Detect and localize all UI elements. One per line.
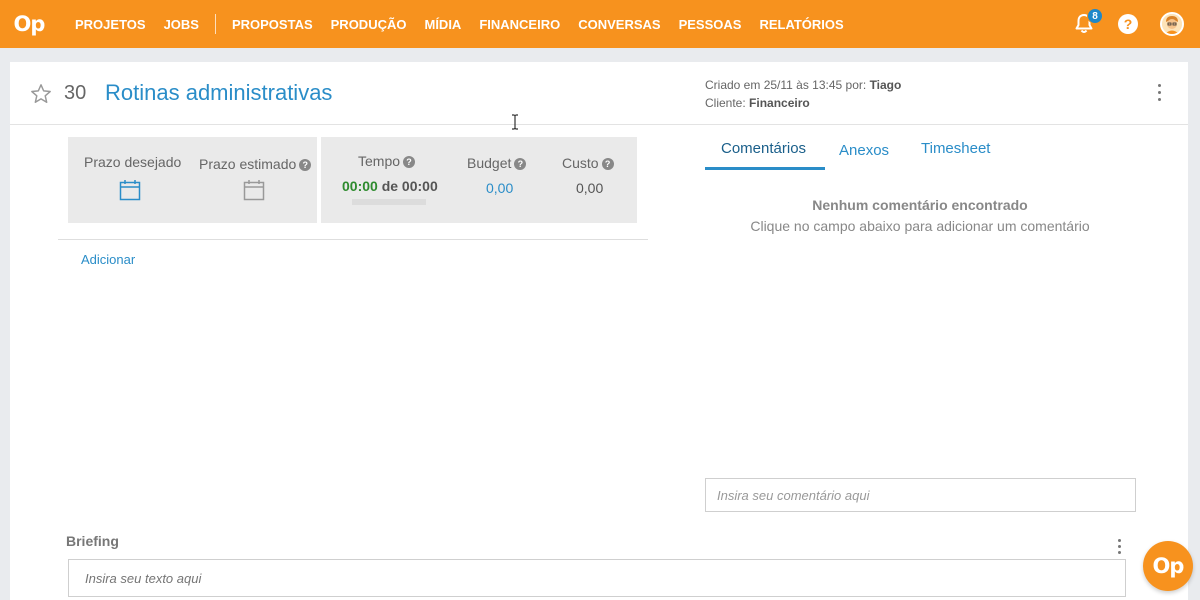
job-header: 30 Rotinas administrativas Criado em 25/… xyxy=(10,62,1188,125)
avatar-icon xyxy=(1162,14,1182,34)
text-cursor-icon xyxy=(512,114,518,130)
calendar-icon xyxy=(243,180,265,201)
briefing-label: Briefing xyxy=(66,533,119,549)
detail-tabs: Comentários Anexos Timesheet xyxy=(705,140,1135,170)
help-circle-icon[interactable]: ? xyxy=(299,159,312,171)
nav-item-conversas[interactable]: CONVERSAS xyxy=(578,17,660,32)
favorite-star-icon[interactable] xyxy=(30,83,52,105)
cost-label-text: Custo xyxy=(562,155,599,171)
time-total: de 00:00 xyxy=(381,178,438,194)
cost-value: 0,00 xyxy=(576,180,604,196)
time-progress-bar xyxy=(352,199,426,205)
budget-label: Budget? xyxy=(467,155,527,171)
nav-item-midia[interactable]: MÍDIA xyxy=(424,17,461,32)
nav-separator xyxy=(214,14,216,34)
time-value: 00:00 de 00:00 xyxy=(342,178,438,194)
desired-deadline-label: Prazo desejado xyxy=(84,154,182,170)
created-by: Tiago xyxy=(869,78,902,92)
job-title[interactable]: Rotinas administrativas xyxy=(105,80,332,106)
active-tab-indicator xyxy=(705,167,825,170)
top-right-actions: 8 ? xyxy=(1072,0,1184,48)
nav-item-pessoas[interactable]: PESSOAS xyxy=(679,17,742,32)
add-link[interactable]: Adicionar xyxy=(81,252,135,267)
nav-item-financeiro[interactable]: FINANCEIRO xyxy=(479,17,560,32)
notification-count-badge: 8 xyxy=(1087,8,1103,24)
job-options-menu[interactable] xyxy=(1158,84,1162,105)
cost-label: Custo? xyxy=(562,155,614,171)
budget-label-text: Budget xyxy=(467,155,512,171)
briefing-input[interactable] xyxy=(68,559,1126,597)
time-label: Tempo? xyxy=(358,153,416,169)
empty-comments-subtitle: Clique no campo abaixo para adicionar um… xyxy=(750,218,1090,234)
top-navigation-bar: Op PROJETOS JOBS PROPOSTAS PRODUÇÃO MÍDI… xyxy=(0,0,1200,48)
tab-comentarios[interactable]: Comentários xyxy=(721,140,806,157)
help-circle-icon[interactable]: ? xyxy=(403,156,416,168)
nav-item-jobs[interactable]: JOBS xyxy=(164,17,199,32)
comment-input[interactable] xyxy=(705,478,1136,512)
budget-panel: Tempo? 00:00 de 00:00 Budget? 0,00 Custo… xyxy=(321,137,637,223)
nav-item-propostas[interactable]: PROPOSTAS xyxy=(232,17,313,32)
app-logo[interactable]: Op xyxy=(0,0,50,48)
nav-item-producao[interactable]: PRODUÇÃO xyxy=(331,17,407,32)
section-divider xyxy=(58,239,648,240)
floating-action-button[interactable]: Op xyxy=(1143,541,1193,591)
help-button[interactable]: ? xyxy=(1118,14,1138,34)
job-card: 30 Rotinas administrativas Criado em 25/… xyxy=(10,62,1188,600)
nav-item-projetos[interactable]: PROJETOS xyxy=(75,17,146,32)
help-circle-icon[interactable]: ? xyxy=(601,158,614,170)
time-spent: 00:00 xyxy=(342,178,378,194)
tab-timesheet[interactable]: Timesheet xyxy=(921,140,990,157)
time-label-text: Tempo xyxy=(358,153,401,169)
main-nav: PROJETOS JOBS PROPOSTAS PRODUÇÃO MÍDIA F… xyxy=(75,0,862,48)
budget-value[interactable]: 0,00 xyxy=(486,180,513,196)
estimated-deadline-text: Prazo estimado xyxy=(199,156,297,172)
calendar-icon[interactable] xyxy=(119,179,141,201)
estimated-deadline-label: Prazo estimado? xyxy=(199,156,312,172)
created-label: Criado em 25/11 às 13:45 por: xyxy=(705,78,867,92)
help-circle-icon[interactable]: ? xyxy=(514,158,527,170)
job-number: 30 xyxy=(64,82,87,104)
client-name: Financeiro xyxy=(749,96,810,110)
job-meta: Criado em 25/11 às 13:45 por: Tiago Clie… xyxy=(705,76,901,112)
deadlines-panel: Prazo desejado Prazo estimado? xyxy=(68,137,317,223)
user-avatar[interactable] xyxy=(1160,12,1184,36)
empty-comments-title: Nenhum comentário encontrado xyxy=(812,197,1028,213)
notifications-button[interactable]: 8 xyxy=(1072,8,1103,36)
client-label: Cliente: xyxy=(705,96,746,110)
tab-anexos[interactable]: Anexos xyxy=(839,142,889,159)
briefing-options-menu[interactable] xyxy=(1118,539,1121,557)
nav-item-relatorios[interactable]: RELATÓRIOS xyxy=(759,17,843,32)
